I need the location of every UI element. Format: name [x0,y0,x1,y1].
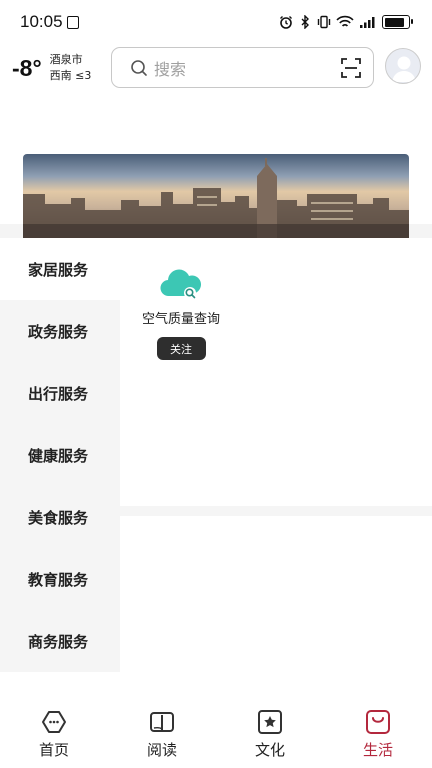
book-icon [150,712,174,732]
sidebar-item-food-services[interactable]: 美食服务 [0,486,120,548]
category-sidebar: 家居服务 政务服务 出行服务 健康服务 美食服务 教育服务 商务服务 [0,238,120,672]
sidebar-item-label: 教育服务 [28,570,89,589]
bluetooth-icon [301,15,309,29]
star-icon [258,710,282,734]
sidebar-item-home-services[interactable]: 家居服务 [0,238,120,300]
services-panel: 家居服务 政务服务 出行服务 健康服务 美食服务 教育服务 商务服务 空气质量查… [0,238,432,700]
tab-label: 生活 [362,741,393,759]
sidebar-item-government-services[interactable]: 政务服务 [0,300,120,362]
cloud-search-icon [160,269,202,299]
user-avatar-icon [392,56,416,82]
status-time: 10:05 [20,12,79,32]
sidebar-item-health-services[interactable]: 健康服务 [0,424,120,486]
tab-life[interactable]: 生活 [324,700,432,768]
weather-widget[interactable]: -8° 酒泉市 西南 ≤3 [12,52,91,84]
sidebar-item-label: 商务服务 [28,632,89,651]
bottom-tab-bar: 首页 阅读 文化 生活 [0,700,432,768]
service-label: 空气质量查询 [141,312,220,327]
header: -8° 酒泉市 西南 ≤3 搜索 [0,44,432,243]
avatar[interactable] [385,48,421,84]
city-skyline-image [23,154,409,243]
sidebar-item-travel-services[interactable]: 出行服务 [0,362,120,424]
search-input[interactable]: 搜索 [111,47,374,88]
wind-info: 西南 ≤3 [49,69,92,82]
tab-culture[interactable]: 文化 [216,700,324,768]
tab-label: 首页 [38,741,69,759]
sidebar-item-label: 美食服务 [28,508,89,527]
home-icon [42,711,66,733]
sidebar-item-label: 家居服务 [28,260,89,279]
section-divider [120,506,432,516]
sidebar-item-education-services[interactable]: 教育服务 [0,548,120,610]
status-bar: 10:05 [0,0,432,44]
signal-icon [360,17,375,28]
sidebar-item-label: 出行服务 [28,384,89,403]
weather-info: 酒泉市 西南 ≤3 [50,52,92,84]
sidebar-item-label: 政务服务 [28,322,89,341]
vibrate-icon [317,15,331,29]
time-text: 10:05 [20,12,63,31]
service-air-quality[interactable]: 空气质量查询 关注 [137,266,225,360]
alarm-icon [280,16,292,29]
tab-label: 阅读 [146,741,177,759]
temperature: -8° [12,54,42,81]
status-icons [279,15,413,29]
battery-icon [382,15,413,29]
nfc-icon [66,15,79,29]
city-banner[interactable] [23,154,409,243]
sidebar-item-label: 健康服务 [28,446,89,465]
sidebar-item-business-services[interactable]: 商务服务 [0,610,120,672]
scan-icon[interactable] [341,57,361,78]
tab-reading[interactable]: 阅读 [108,700,216,768]
city-name: 酒泉市 [49,53,83,66]
search-icon [131,59,147,76]
bag-icon [366,710,390,734]
search-placeholder: 搜索 [154,59,187,79]
follow-button[interactable]: 关注 [156,337,206,360]
tab-label: 文化 [254,741,285,759]
wifi-icon [336,15,354,27]
tab-home[interactable]: 首页 [0,700,108,768]
